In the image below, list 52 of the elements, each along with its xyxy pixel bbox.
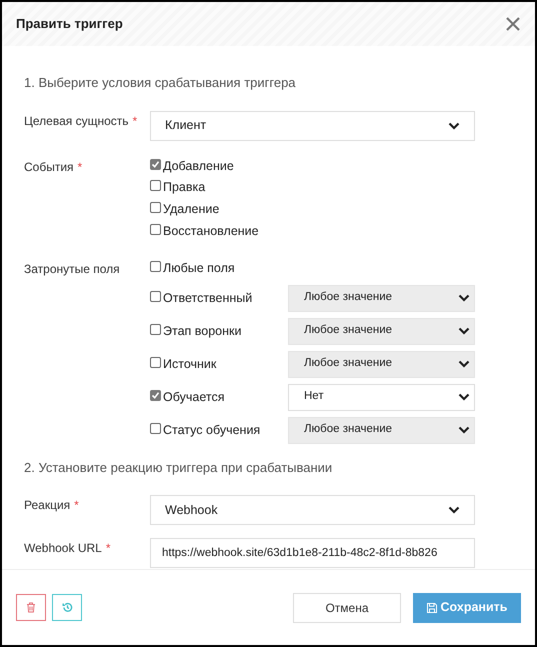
- chevron-down-icon: [458, 426, 470, 434]
- required-mark: *: [78, 160, 82, 174]
- field-label: Webhook URL: [24, 541, 102, 555]
- value-select[interactable]: Любое значение: [288, 416, 475, 444]
- checkbox[interactable]: [150, 324, 161, 335]
- checkbox-label: Удаление: [163, 201, 220, 218]
- checkbox-label: Источник: [163, 356, 216, 373]
- cancel-button[interactable]: Отмена: [293, 592, 401, 622]
- section-heading: 1. Выберите условия срабатывания триггера: [24, 74, 297, 92]
- checkbox-label: Восстановление: [163, 222, 259, 240]
- field-label: События: [24, 160, 74, 174]
- chevron-down-icon: [458, 294, 470, 302]
- chevron-down-icon: [458, 360, 470, 368]
- checkbox[interactable]: [150, 202, 161, 213]
- history-icon: [62, 602, 72, 613]
- checkbox-label: Добавление: [163, 158, 234, 174]
- checkbox-label: Любые поля: [163, 260, 235, 276]
- checkbox[interactable]: [150, 180, 161, 192]
- value-select[interactable]: Любое значение: [288, 350, 475, 378]
- required-mark: *: [132, 114, 138, 128]
- value-select[interactable]: Любое значение: [288, 318, 475, 344]
- checkbox-label: Этап воронки: [163, 322, 242, 340]
- checkbox[interactable]: [150, 290, 161, 302]
- checkbox-label: Ответственный: [163, 290, 252, 307]
- checkbox-label: Статус обучения: [163, 422, 260, 439]
- reaction-select[interactable]: Webhook: [150, 495, 475, 525]
- value-select[interactable]: Нет: [288, 384, 475, 410]
- chevron-down-icon: [448, 506, 460, 514]
- chevron-down-icon: [458, 327, 470, 335]
- checkbox[interactable]: [150, 224, 161, 235]
- value-select[interactable]: Любое значение: [288, 284, 475, 312]
- section-heading: 2. Установите реакцию триггера при срабатывании: [24, 458, 334, 477]
- field-label: Затронутые поля: [24, 262, 120, 276]
- checkbox[interactable]: [150, 260, 161, 272]
- checkbox-label: Обучается: [163, 388, 224, 406]
- trash-icon: [26, 602, 36, 613]
- close-icon[interactable]: [505, 16, 521, 32]
- dialog-title: Править триггер: [16, 15, 123, 34]
- field-label: Реакция: [24, 498, 70, 512]
- url-input[interactable]: https://webhook.site/63d1b1e8-211b-48c2-8f1d-8b826: [150, 538, 475, 568]
- checkbox-label: Правка: [163, 179, 206, 196]
- chevron-down-icon: [458, 393, 470, 401]
- entity-select[interactable]: Клиент: [150, 110, 475, 140]
- chevron-down-icon: [448, 122, 460, 130]
- checkbox[interactable]: [150, 158, 161, 170]
- checkbox[interactable]: [150, 356, 161, 368]
- required-mark: *: [74, 498, 79, 512]
- field-label: Целевая сущность: [24, 114, 128, 128]
- checkbox[interactable]: [150, 422, 161, 434]
- delete-button[interactable]: [16, 594, 46, 621]
- required-mark: *: [106, 541, 110, 555]
- checkbox[interactable]: [150, 390, 161, 401]
